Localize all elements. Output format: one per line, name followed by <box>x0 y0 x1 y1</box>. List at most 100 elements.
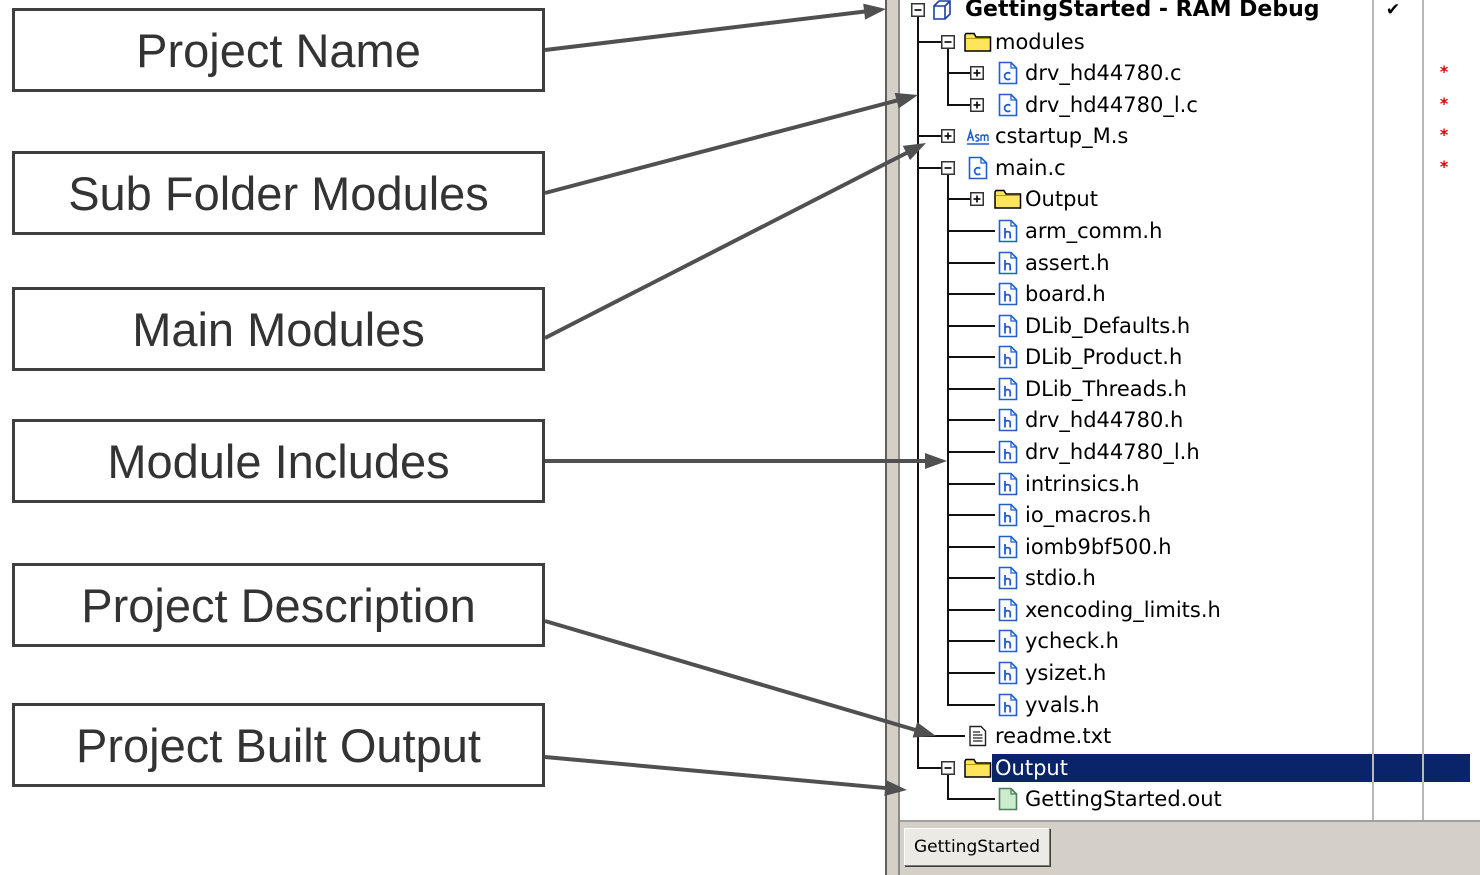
tree-item-label[interactable]: Output <box>1025 185 1098 213</box>
tree-item-label[interactable]: readme.txt <box>995 722 1111 750</box>
modified-marker: * <box>1439 62 1449 82</box>
c-file-icon <box>968 156 988 180</box>
tree-item-label[interactable]: DLib_Threads.h <box>1025 375 1187 403</box>
build-check-mark: ✔ <box>1385 0 1401 20</box>
expand-toggle[interactable] <box>940 129 955 144</box>
tree-item-label[interactable]: drv_hd44780_l.c <box>1025 91 1198 119</box>
tree-item-label[interactable]: modules <box>995 28 1085 56</box>
h-file-icon <box>998 629 1018 653</box>
tree-branch-line <box>946 174 949 706</box>
tree-branch-line <box>917 17 919 769</box>
panel-edge <box>885 0 900 875</box>
h-file-icon <box>998 251 1018 275</box>
expand-toggle[interactable] <box>970 66 984 81</box>
tree-connector-line <box>946 356 995 359</box>
tree-connector-line <box>946 671 995 674</box>
tree-item-label[interactable]: DLib_Product.h <box>1025 343 1182 371</box>
column-divider <box>1422 0 1424 820</box>
tree-item-label[interactable]: ysizet.h <box>1025 659 1106 687</box>
collapse-toggle[interactable] <box>940 34 955 49</box>
tree-connector-line <box>946 103 970 106</box>
collapse-toggle[interactable] <box>940 160 955 175</box>
tree-connector-line <box>946 514 995 517</box>
text-file-icon <box>968 725 988 747</box>
tree-connector-line <box>946 419 995 422</box>
tree-item-label[interactable]: main.c <box>995 154 1066 182</box>
tree-connector-line <box>917 766 941 769</box>
tree-item-label[interactable]: cstartup_M.s <box>995 122 1128 150</box>
collapse-toggle[interactable] <box>940 760 955 775</box>
tree-item-label[interactable]: stdio.h <box>1025 564 1096 592</box>
project-name-label[interactable]: GettingStarted - RAM Debug <box>965 0 1320 24</box>
folder-icon <box>964 32 992 52</box>
annotation-box: Project Description <box>12 563 545 647</box>
h-file-icon <box>998 440 1018 464</box>
workspace-tree-view[interactable]: GettingStarted - RAM Debug ✔ modules drv_hd… <box>900 0 1480 820</box>
asm-file-icon <box>966 126 990 146</box>
tree-connector-line <box>946 324 995 327</box>
tree-connector-line <box>946 703 995 706</box>
output-file-icon <box>998 787 1018 811</box>
tree-item-label[interactable]: GettingStarted.out <box>1025 785 1222 813</box>
tree-item-label[interactable]: io_macros.h <box>1025 501 1151 529</box>
project-icon <box>932 0 952 21</box>
tree-item-label[interactable]: assert.h <box>1025 249 1110 277</box>
tree-item-label[interactable]: xencoding_limits.h <box>1025 596 1221 624</box>
tree-connector-line <box>946 798 995 801</box>
tree-connector-line <box>917 40 941 43</box>
h-file-icon <box>998 377 1018 401</box>
tree-connector-line <box>917 135 941 138</box>
expand-toggle[interactable] <box>970 97 984 112</box>
column-divider <box>1372 0 1374 820</box>
collapse-toggle[interactable] <box>911 3 925 17</box>
tree-connector-line <box>946 640 995 643</box>
tree-item-label[interactable]: ycheck.h <box>1025 627 1119 655</box>
annotation-label: Sub Folder Modules <box>68 166 489 220</box>
modified-marker: * <box>1439 125 1449 145</box>
tree-item-label[interactable]: intrinsics.h <box>1025 470 1139 498</box>
tree-item-label[interactable]: yvals.h <box>1025 691 1099 719</box>
h-file-icon <box>998 219 1018 243</box>
tree-connector-line <box>917 735 965 738</box>
annotation-label: Project Name <box>136 23 421 77</box>
annotation-arrow <box>544 9 867 52</box>
annotation-box: Project Built Output <box>12 703 545 787</box>
folder-icon <box>994 189 1022 210</box>
arrowhead <box>863 3 886 20</box>
annotation-box: Main Modules <box>12 287 545 371</box>
tree-connector-line <box>946 450 995 453</box>
tree-connector-line <box>946 482 995 485</box>
folder-icon <box>964 758 992 778</box>
tree-item-label[interactable]: DLib_Defaults.h <box>1025 312 1190 340</box>
expand-toggle[interactable] <box>970 192 984 207</box>
annotation-label: Project Built Output <box>76 718 481 772</box>
tree-item-label[interactable]: drv_hd44780.c <box>1025 59 1182 87</box>
annotation-box: Module Includes <box>12 419 545 503</box>
tree-branch-line <box>946 774 949 801</box>
h-file-icon <box>998 408 1018 432</box>
c-file-icon <box>998 93 1018 117</box>
tree-item-label[interactable]: iomb9bf500.h <box>1025 533 1172 561</box>
h-file-icon <box>998 345 1018 369</box>
annotation-arrow <box>544 755 888 791</box>
h-file-icon <box>998 472 1018 496</box>
h-file-icon <box>998 282 1018 306</box>
h-file-icon <box>998 693 1018 717</box>
annotation-label: Main Modules <box>132 302 425 356</box>
tree-connector-line <box>946 198 970 201</box>
tree-item-label[interactable]: drv_hd44780_l.h <box>1025 438 1200 466</box>
annotation-arrow <box>544 98 900 195</box>
annotation-box: Project Name <box>12 8 545 92</box>
tree-item-label[interactable]: arm_comm.h <box>1025 217 1162 245</box>
tree-item-label[interactable]: Output <box>995 754 1068 782</box>
tree-connector-line <box>946 545 995 548</box>
h-file-icon <box>998 314 1018 338</box>
h-file-icon <box>998 503 1018 527</box>
tree-item-label[interactable]: board.h <box>1025 280 1106 308</box>
modified-marker: * <box>1439 156 1449 176</box>
tree-connector-line <box>946 261 995 264</box>
h-file-icon <box>998 661 1018 685</box>
tab-gettingstarted[interactable]: GettingStarted <box>904 828 1050 866</box>
modified-marker: * <box>1439 93 1449 113</box>
tree-item-label[interactable]: drv_hd44780.h <box>1025 406 1183 434</box>
